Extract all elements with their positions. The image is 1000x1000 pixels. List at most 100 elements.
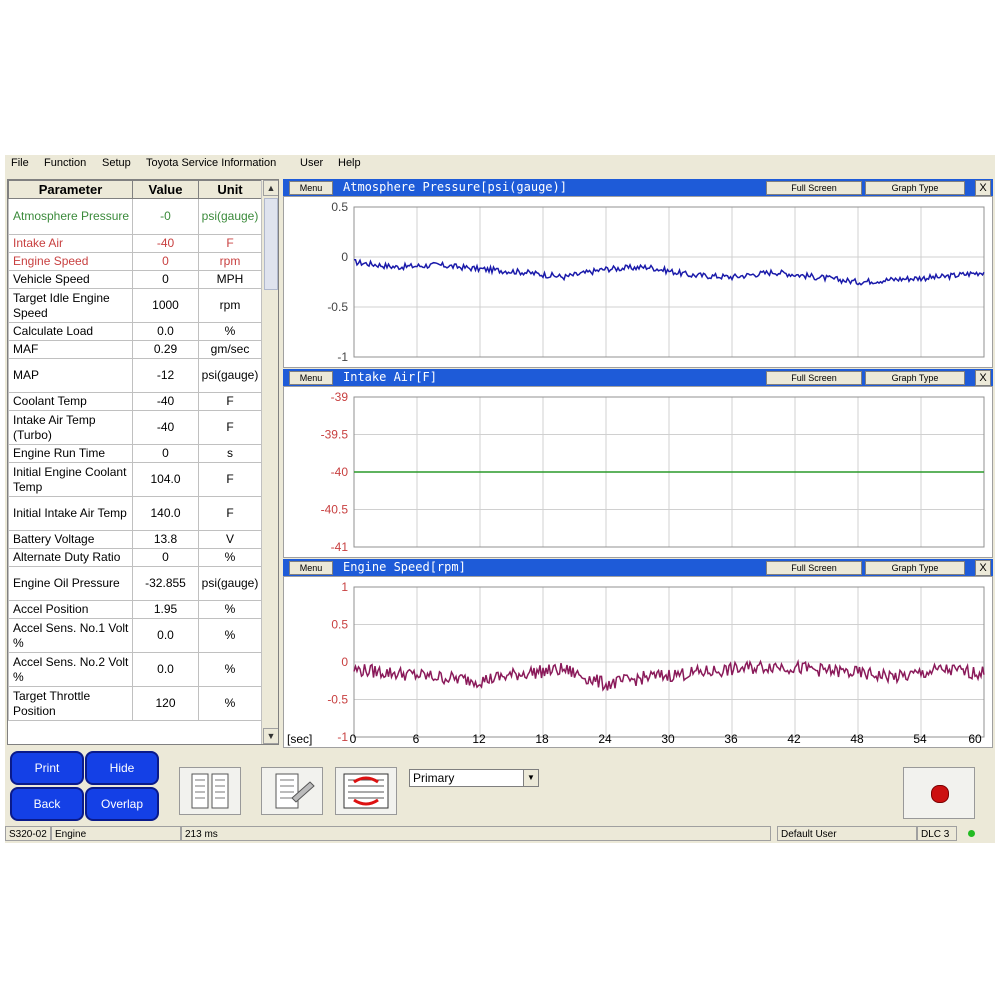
table-row[interactable]: Battery Voltage 13.8 V — [8, 530, 262, 549]
graph-menu-button[interactable]: Menu — [289, 371, 333, 385]
param-unit: psi(gauge) — [198, 566, 262, 601]
table-row[interactable]: Alternate Duty Ratio 0% — [8, 548, 262, 567]
full-screen-button[interactable]: Full Screen — [766, 371, 862, 385]
table-row[interactable]: Accel Sens. No.1 Volt % 0.0% — [8, 618, 262, 653]
header-value[interactable]: Value — [132, 180, 199, 199]
hide-button[interactable]: Hide — [85, 751, 159, 785]
param-name: Initial Engine Coolant Temp — [8, 462, 133, 497]
full-screen-button[interactable]: Full Screen — [766, 181, 862, 195]
menu-file[interactable]: File — [11, 157, 29, 169]
x-tick-label: 30 — [661, 732, 675, 746]
parameter-table-panel: Parameter Value Unit Atmosphere Pressure… — [7, 179, 279, 745]
table-scrollbar[interactable]: ▲ ▼ — [261, 180, 278, 744]
param-unit: s — [198, 444, 262, 463]
x-tick-label: 48 — [850, 732, 864, 746]
header-parameter[interactable]: Parameter — [8, 180, 133, 199]
menu-toyota-service-information[interactable]: Toyota Service Information — [146, 157, 276, 169]
table-row[interactable]: Atmosphere Pressure -0 psi(gauge) — [8, 198, 262, 235]
full-screen-button[interactable]: Full Screen — [766, 561, 862, 575]
back-button[interactable]: Back — [10, 787, 84, 821]
param-unit: F — [198, 234, 262, 253]
graph-title: Intake Air[F] — [343, 370, 437, 384]
param-name: Engine Speed — [8, 252, 133, 271]
close-icon[interactable]: X — [975, 560, 991, 576]
close-icon[interactable]: X — [975, 370, 991, 386]
table-row[interactable]: Coolant Temp -40 F — [8, 392, 262, 411]
edit-list-button[interactable] — [261, 767, 323, 815]
table-row[interactable]: Accel Position 1.95% — [8, 600, 262, 619]
x-tick-label: 0 — [350, 732, 357, 746]
param-value: -40 — [132, 410, 199, 445]
param-unit: F — [198, 496, 262, 531]
parameter-table: Parameter Value Unit Atmosphere Pressure… — [8, 180, 262, 721]
param-name: Atmosphere Pressure — [8, 198, 133, 235]
param-unit: % — [198, 322, 262, 341]
table-row[interactable]: MAF 0.29 gm/sec — [8, 340, 262, 359]
param-value: 140.0 — [132, 496, 199, 531]
header-unit[interactable]: Unit — [198, 180, 262, 199]
x-tick-label: 12 — [472, 732, 486, 746]
scroll-thumb[interactable] — [264, 198, 278, 290]
graph-title-bar: Menu Engine Speed[rpm] Full Screen Graph Ty… — [283, 559, 993, 576]
graph-menu-button[interactable]: Menu — [289, 561, 333, 575]
param-value: 104.0 — [132, 462, 199, 497]
menu-function[interactable]: Function — [44, 157, 86, 169]
table-row[interactable]: Engine Run Time 0 s — [8, 444, 262, 463]
close-icon[interactable]: X — [975, 180, 991, 196]
param-name: Intake Air Temp (Turbo) — [8, 410, 133, 445]
graph-menu-button[interactable]: Menu — [289, 181, 333, 195]
menu-help[interactable]: Help — [338, 157, 361, 169]
chevron-down-icon[interactable]: ▼ — [523, 770, 538, 786]
param-unit: F — [198, 462, 262, 497]
param-value: -0 — [132, 198, 199, 235]
control-buttons: Print Hide Back Overlap — [7, 749, 165, 823]
param-name: Target Idle Engine Speed — [8, 288, 133, 323]
y-tick-label: -39.5 — [321, 428, 349, 442]
graph-type-button[interactable]: Graph Type — [865, 181, 965, 195]
y-tick-label: -41 — [331, 540, 349, 554]
table-row[interactable]: Engine Speed 0 rpm — [8, 252, 262, 271]
table-row[interactable]: Intake Air Temp (Turbo) -40 F — [8, 410, 262, 445]
param-unit: % — [198, 618, 262, 653]
record-button[interactable] — [903, 767, 975, 819]
print-button[interactable]: Print — [10, 751, 84, 785]
status-system: Engine — [51, 826, 181, 841]
scroll-up-icon[interactable]: ▲ — [263, 180, 278, 196]
table-row[interactable]: Initial Engine Coolant Temp 104.0 F — [8, 462, 262, 497]
x-tick-label: 24 — [598, 732, 612, 746]
table-row[interactable]: MAP -12 psi(gauge) — [8, 358, 262, 393]
data-list-button[interactable] — [179, 767, 241, 815]
graph-plot: 0.5 0 -0.5 -1 — [283, 196, 993, 368]
x-tick-label: 6 — [413, 732, 420, 746]
param-name: Battery Voltage — [8, 530, 133, 549]
param-name: MAF — [8, 340, 133, 359]
graph-title: Engine Speed[rpm] — [343, 560, 466, 574]
table-row[interactable]: Intake Air -40 F — [8, 234, 262, 253]
scroll-down-icon[interactable]: ▼ — [263, 728, 278, 744]
param-value: -40 — [132, 392, 199, 411]
param-name: Accel Sens. No.1 Volt % — [8, 618, 133, 653]
graph-type-button[interactable]: Graph Type — [865, 371, 965, 385]
table-row[interactable]: Accel Sens. No.2 Volt % 0.0% — [8, 652, 262, 687]
table-row[interactable]: Calculate Load 0.0% — [8, 322, 262, 341]
param-unit: psi(gauge) — [198, 198, 262, 235]
menu-setup[interactable]: Setup — [102, 157, 131, 169]
table-row[interactable]: Target Idle Engine Speed 1000 rpm — [8, 288, 262, 323]
param-name: Initial Intake Air Temp — [8, 496, 133, 531]
param-value: 0 — [132, 252, 199, 271]
table-row[interactable]: Initial Intake Air Temp 140.0 F — [8, 496, 262, 531]
table-row[interactable]: Vehicle Speed 0 MPH — [8, 270, 262, 289]
display-select[interactable]: Primary ▼ — [409, 769, 539, 787]
graph-panel: Menu Intake Air[F] Full Screen Graph Type X -… — [283, 369, 993, 558]
snapshot-button[interactable] — [335, 767, 397, 815]
data-list-icon — [191, 773, 229, 809]
param-name: Calculate Load — [8, 322, 133, 341]
overlap-button[interactable]: Overlap — [85, 787, 159, 821]
table-row[interactable]: Target Throttle Position 120% — [8, 686, 262, 721]
status-dlc: DLC 3 — [917, 826, 957, 841]
table-row[interactable]: Engine Oil Pressure -32.855 psi(gauge) — [8, 566, 262, 601]
param-unit: % — [198, 548, 262, 567]
menu-user[interactable]: User — [300, 157, 323, 169]
graph-panel: Menu Atmosphere Pressure[psi(gauge)] Full … — [283, 179, 993, 368]
graph-type-button[interactable]: Graph Type — [865, 561, 965, 575]
